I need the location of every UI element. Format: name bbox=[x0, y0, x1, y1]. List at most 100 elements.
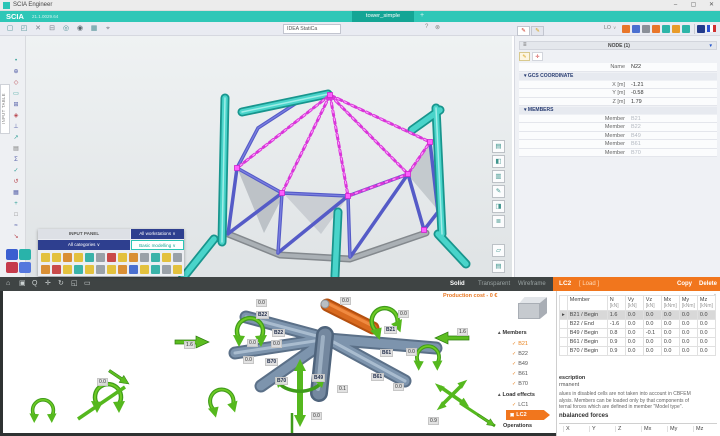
properties-tab-1[interactable]: ✎ bbox=[517, 26, 530, 36]
viewmode-wireframe[interactable]: Wireframe bbox=[518, 277, 546, 291]
property-row-x[interactable]: X [m] -1.21 bbox=[519, 81, 717, 90]
close-round-icon[interactable]: ⊗ bbox=[435, 24, 440, 31]
table-row[interactable]: ▸ B21 / Begin1.60.00.00.00.00.0 bbox=[560, 311, 716, 320]
new-tab-button[interactable]: + bbox=[420, 12, 424, 19]
close-button[interactable]: ✕ bbox=[704, 0, 719, 10]
property-row-member[interactable]: Member B49 bbox=[519, 132, 717, 141]
property-row-name[interactable]: Name N22 bbox=[519, 63, 717, 72]
user-icon[interactable] bbox=[632, 25, 640, 33]
tool-table-icon[interactable]: ▤ bbox=[10, 144, 22, 154]
input-tool-icon[interactable] bbox=[140, 253, 149, 262]
tool-load-icon[interactable]: ↗ bbox=[10, 133, 22, 143]
connection-3d-view[interactable]: B22 B22 B21 B61 B61 B70 B70 B49 0.0 0.0 … bbox=[3, 291, 553, 433]
table-row[interactable]: B61 / Begin0.90.00.00.00.00.0 bbox=[560, 338, 716, 347]
tool-add-icon[interactable]: + bbox=[10, 199, 22, 209]
properties-tab-2[interactable]: ✎ bbox=[531, 26, 544, 36]
categories-dropdown[interactable]: All categories ∨ bbox=[38, 240, 130, 250]
view-display-button-2[interactable]: ◧ bbox=[492, 155, 505, 168]
minimize-button[interactable]: – bbox=[668, 0, 683, 10]
move-node-icon[interactable]: ✛ bbox=[532, 52, 543, 61]
view-display-button-1[interactable]: ▤ bbox=[492, 140, 505, 153]
import-icon[interactable] bbox=[672, 25, 680, 33]
maximize-button[interactable]: ▢ bbox=[686, 0, 701, 10]
tool-beam-icon[interactable]: ⊕ bbox=[10, 67, 22, 77]
tool-box-icon[interactable]: □ bbox=[10, 210, 22, 220]
erase-icon[interactable]: ▭ bbox=[84, 277, 91, 291]
refresh-icon[interactable] bbox=[652, 25, 660, 33]
property-row-z[interactable]: Z [m] 1.79 bbox=[519, 98, 717, 107]
help-icon[interactable]: ? bbox=[425, 24, 428, 30]
input-tool-icon[interactable] bbox=[41, 265, 50, 274]
zoom-icon[interactable]: Q bbox=[32, 277, 37, 291]
update-icon[interactable] bbox=[622, 25, 630, 33]
input-tool-icon[interactable] bbox=[173, 265, 182, 274]
tool-wave-icon[interactable]: ≈ bbox=[10, 221, 22, 231]
view-display-button-5[interactable]: ◨ bbox=[492, 200, 505, 213]
view-eye-icon[interactable]: ◉ bbox=[74, 23, 86, 35]
delete-button[interactable]: Delete bbox=[699, 277, 717, 291]
property-row-member[interactable]: Member B21 bbox=[519, 115, 717, 124]
copy-button[interactable]: Copy bbox=[677, 277, 692, 291]
input-tool-icon[interactable] bbox=[129, 265, 138, 274]
input-tool-icon[interactable] bbox=[162, 253, 171, 262]
table-row[interactable]: B70 / Begin0.90.00.00.00.00.0 bbox=[560, 347, 716, 356]
tree-item-lc2-active[interactable]: ▣LC2 bbox=[506, 410, 550, 420]
tree-members-group[interactable]: ▴Members bbox=[498, 330, 527, 336]
tree-item-b22[interactable]: ✓B22 bbox=[512, 351, 528, 357]
section-members[interactable]: ▾ MEMBERS bbox=[519, 107, 717, 115]
idea-statica-box[interactable]: IDEA StatiCa bbox=[283, 24, 341, 34]
project-tab[interactable]: tower_simple bbox=[352, 11, 414, 22]
property-row-member[interactable]: Member B70 bbox=[519, 149, 717, 158]
tree-item-b61[interactable]: ✓B61 bbox=[512, 371, 528, 377]
person-icon[interactable] bbox=[642, 25, 650, 33]
input-tool-icon[interactable] bbox=[63, 253, 72, 262]
input-tool-icon[interactable] bbox=[52, 253, 61, 262]
input-tool-icon[interactable] bbox=[118, 265, 127, 274]
load-case-name[interactable]: LC2 bbox=[559, 277, 571, 291]
tree-item-b70[interactable]: ✓B70 bbox=[512, 381, 528, 387]
tool-combination-icon[interactable]: Σ bbox=[10, 155, 22, 165]
tool-mesh-icon[interactable]: ▦ bbox=[10, 188, 22, 198]
tool-move-icon[interactable]: ↘ bbox=[10, 232, 22, 242]
web-icon[interactable]: ◎ bbox=[60, 23, 72, 35]
input-tool-icon[interactable] bbox=[52, 265, 61, 274]
tool-slab-icon[interactable]: ▭ bbox=[10, 89, 22, 99]
view-display-button-3[interactable]: ▥ bbox=[492, 170, 505, 183]
input-tool-icon[interactable] bbox=[140, 265, 149, 274]
viewmode-solid[interactable]: Solid bbox=[450, 277, 465, 291]
tree-load-effects-group[interactable]: ▴Load effects bbox=[498, 392, 535, 398]
target-icon[interactable]: ⌖ bbox=[102, 23, 114, 35]
home-view-icon[interactable]: ⌂ bbox=[6, 277, 10, 291]
input-tool-icon[interactable] bbox=[129, 253, 138, 262]
viewmode-transparent[interactable]: Transparent bbox=[478, 277, 510, 291]
language-flag-icon[interactable] bbox=[707, 25, 716, 32]
open-project-icon[interactable]: ◰ bbox=[18, 23, 30, 35]
input-tool-icon[interactable] bbox=[41, 253, 50, 262]
tree-item-b49[interactable]: ✓B49 bbox=[512, 361, 528, 367]
input-table-tab[interactable]: INPUT TABLE bbox=[0, 84, 10, 134]
property-row-member[interactable]: Member B61 bbox=[519, 140, 717, 149]
input-tool-icon[interactable] bbox=[151, 253, 160, 262]
input-tool-icon[interactable] bbox=[85, 253, 94, 262]
tree-item-lc1[interactable]: ✓LC1 bbox=[512, 402, 528, 408]
input-tool-icon[interactable] bbox=[118, 253, 127, 262]
tool-undo-icon[interactable]: ↺ bbox=[10, 177, 22, 187]
input-tool-icon[interactable] bbox=[107, 253, 116, 262]
input-tool-icon[interactable] bbox=[85, 265, 94, 274]
view-display-button-6[interactable]: ≣ bbox=[492, 215, 505, 228]
property-row-member[interactable]: Member B22 bbox=[519, 123, 717, 132]
hex-app-icon-lightblue[interactable] bbox=[19, 262, 31, 273]
pan-icon[interactable]: ✛ bbox=[45, 277, 51, 291]
select-icon[interactable]: ▣ bbox=[19, 277, 26, 291]
input-tool-icon[interactable] bbox=[173, 253, 182, 262]
tree-item-b21[interactable]: ✓B21 bbox=[512, 341, 528, 347]
tool-check-icon[interactable]: ✓ bbox=[10, 166, 22, 176]
view-display-button-4[interactable]: ✎ bbox=[492, 185, 505, 198]
input-tool-icon[interactable] bbox=[96, 265, 105, 274]
tool-grid-icon[interactable]: ⊞ bbox=[10, 100, 22, 110]
input-tool-icon[interactable] bbox=[74, 265, 83, 274]
view-cube[interactable] bbox=[518, 303, 540, 319]
close-project-icon[interactable]: ✕ bbox=[32, 23, 44, 35]
grid-tool-icon[interactable]: ▦ bbox=[88, 23, 100, 35]
tool-hinge-icon[interactable]: ◈ bbox=[10, 111, 22, 121]
